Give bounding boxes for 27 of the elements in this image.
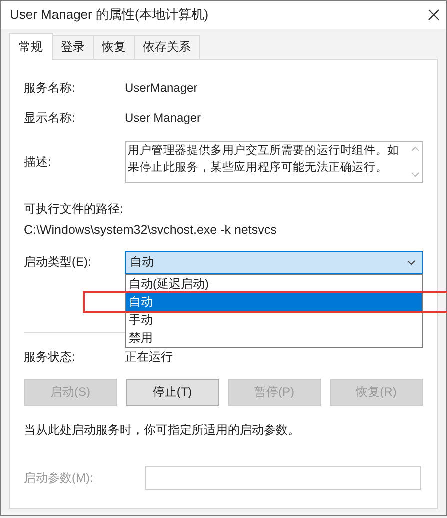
dropdown-option[interactable]: 禁用 bbox=[126, 329, 422, 347]
field-label: 启动类型(E): bbox=[24, 254, 92, 271]
hint-text: 当从此处启动服务时，你可指定所适用的启动参数。 bbox=[24, 422, 301, 439]
field-label: 服务名称: bbox=[24, 80, 76, 96]
display-name-value: User Manager bbox=[125, 111, 202, 125]
tab[interactable]: 依存关系 bbox=[134, 35, 200, 59]
chevron-down-icon bbox=[407, 260, 416, 266]
field-label: 可执行文件的路径: bbox=[24, 201, 124, 218]
scroll-up-icon[interactable] bbox=[410, 146, 420, 152]
tab[interactable]: 常规 bbox=[9, 33, 53, 60]
executable-path: C:\Windows\system32\svchost.exe -k netsvcs bbox=[24, 223, 278, 237]
field-label: 服务状态: bbox=[24, 348, 76, 366]
startup-type-dropdown[interactable]: 自动 bbox=[125, 251, 423, 274]
field-label: 启动参数(M): bbox=[24, 470, 94, 486]
service-name-value: UserManager bbox=[125, 81, 198, 95]
field-label: 显示名称: bbox=[24, 110, 76, 126]
start-parameters-field[interactable] bbox=[145, 466, 421, 490]
service-button[interactable]: 停止(T) bbox=[126, 379, 219, 406]
scroll-down-icon[interactable] bbox=[410, 172, 420, 178]
window-title: User Manager 的属性(本地计算机) bbox=[10, 6, 209, 24]
service-status-value: 正在运行 bbox=[125, 348, 173, 366]
dropdown-option[interactable]: 手动 bbox=[126, 311, 422, 329]
field-label: 描述: bbox=[24, 154, 52, 170]
close-icon[interactable] bbox=[428, 9, 440, 21]
dropdown-option[interactable]: 自动 bbox=[126, 293, 422, 311]
description-box[interactable]: 用户管理器提供多用户交互所需要的运行时组件。如果停止此服务，某些应用程序可能无法正确运行。 bbox=[125, 141, 423, 183]
dropdown-option[interactable]: 自动(延迟启动) bbox=[126, 275, 422, 293]
